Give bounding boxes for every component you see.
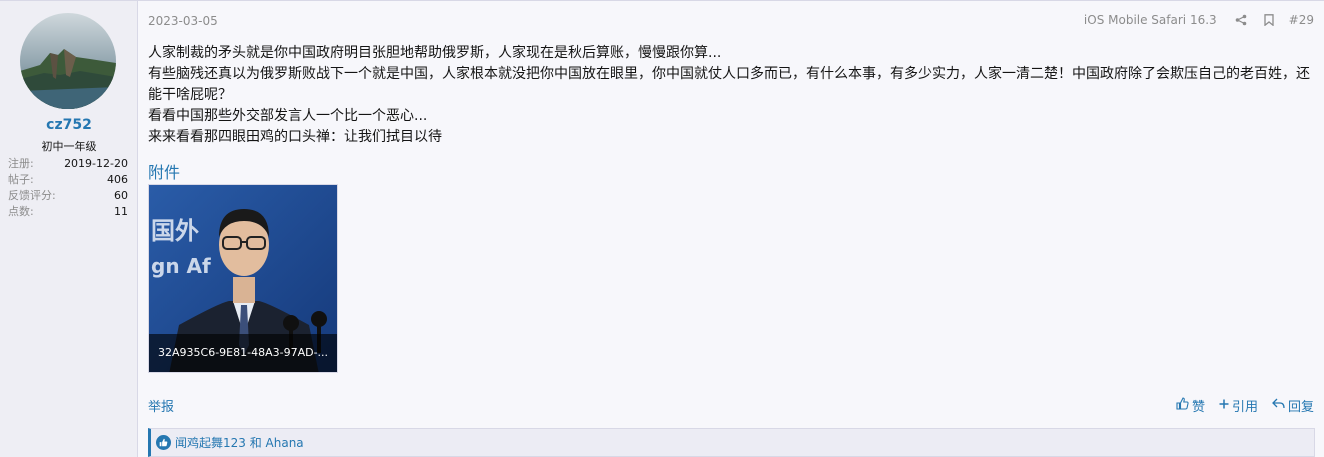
like-label: 赞 xyxy=(1191,400,1205,415)
username[interactable]: cz752 xyxy=(0,117,138,133)
forum-post: cz752 初中一年级 注册: 2019-12-20 帖子: 406 反馈评分:… xyxy=(0,0,1324,457)
plus-icon xyxy=(1219,398,1229,413)
thumbs-up-icon xyxy=(1176,397,1189,414)
quote-button[interactable]: 引用 xyxy=(1219,396,1258,415)
backdrop-text: 国外 xyxy=(151,217,199,245)
stat-row-points: 点数: 11 xyxy=(8,204,128,220)
reply-label: 回复 xyxy=(1287,400,1314,415)
user-cell: cz752 初中一年级 注册: 2019-12-20 帖子: 406 反馈评分:… xyxy=(0,1,138,457)
stat-value: 60 xyxy=(114,189,128,202)
post-number[interactable]: #29 xyxy=(1289,13,1314,27)
post-line: 来来看看那四眼田鸡的口头禅：让我们拭目以待 xyxy=(148,129,442,145)
stat-value: 2019-12-20 xyxy=(64,157,128,170)
stat-label: 点数: xyxy=(8,205,34,218)
stat-value: 11 xyxy=(114,205,128,218)
like-button[interactable]: 赞 xyxy=(1176,396,1205,415)
user-agent: iOS Mobile Safari 16.3 xyxy=(1083,13,1217,27)
share-icon[interactable] xyxy=(1227,12,1255,28)
stat-label: 反馈评分: xyxy=(8,189,56,202)
user-stats: 注册: 2019-12-20 帖子: 406 反馈评分: 60 点数: 11 xyxy=(8,156,128,220)
post-line: 有些脑残还真以为俄罗斯败战下一个就是中国，人家根本就没把你中国放在眼里，你中国就… xyxy=(148,66,1310,103)
post-actions: 赞 引用 回复 xyxy=(1176,396,1314,415)
stat-label: 帖子: xyxy=(8,173,34,186)
post-meta: iOS Mobile Safari 16.3 #29 xyxy=(1084,12,1314,28)
stat-row-posts: 帖子: 406 xyxy=(8,172,128,188)
stat-value[interactable]: 406 xyxy=(107,172,128,188)
user-title: 初中一年级 xyxy=(41,140,97,153)
reactions-bar[interactable]: 闻鸡起舞123 和 Ahana xyxy=(148,428,1315,457)
like-reaction-icon xyxy=(156,435,171,450)
attachment-thumbnail[interactable]: 国外 gn Af 32A935C6-9E81-48A3-97AD-... xyxy=(148,184,338,373)
post-line: 人家制裁的矛头就是你中国政府明目张胆地帮助俄罗斯，人家现在是秋后算账，慢慢跟你算… xyxy=(148,45,722,61)
reactions-text[interactable]: 闻鸡起舞123 和 Ahana xyxy=(175,434,304,451)
post-date[interactable]: 2023-03-05 xyxy=(148,14,218,28)
stat-row-registered: 注册: 2019-12-20 xyxy=(8,156,128,172)
quote-label: 引用 xyxy=(1231,400,1258,415)
stat-row-feedback: 反馈评分: 60 xyxy=(8,188,128,204)
reply-button[interactable]: 回复 xyxy=(1272,396,1314,415)
attachments-heading: 附件 xyxy=(148,163,181,182)
reply-icon xyxy=(1272,398,1285,413)
post-main: 2023-03-05 iOS Mobile Safari 16.3 #29 人家… xyxy=(138,1,1324,457)
post-content: 人家制裁的矛头就是你中国政府明目张胆地帮助俄罗斯，人家现在是秋后算账，慢慢跟你算… xyxy=(148,43,1318,148)
backdrop-text: gn Af xyxy=(151,254,211,278)
avatar[interactable] xyxy=(20,13,116,109)
stat-label: 注册: xyxy=(8,157,34,170)
attachment-filename[interactable]: 32A935C6-9E81-48A3-97AD-... xyxy=(149,334,337,372)
bookmark-icon[interactable] xyxy=(1255,12,1283,28)
post-line: 看看中国那些外交部发言人一个比一个恶心... xyxy=(148,108,428,124)
report-link[interactable]: 举报 xyxy=(148,396,174,415)
